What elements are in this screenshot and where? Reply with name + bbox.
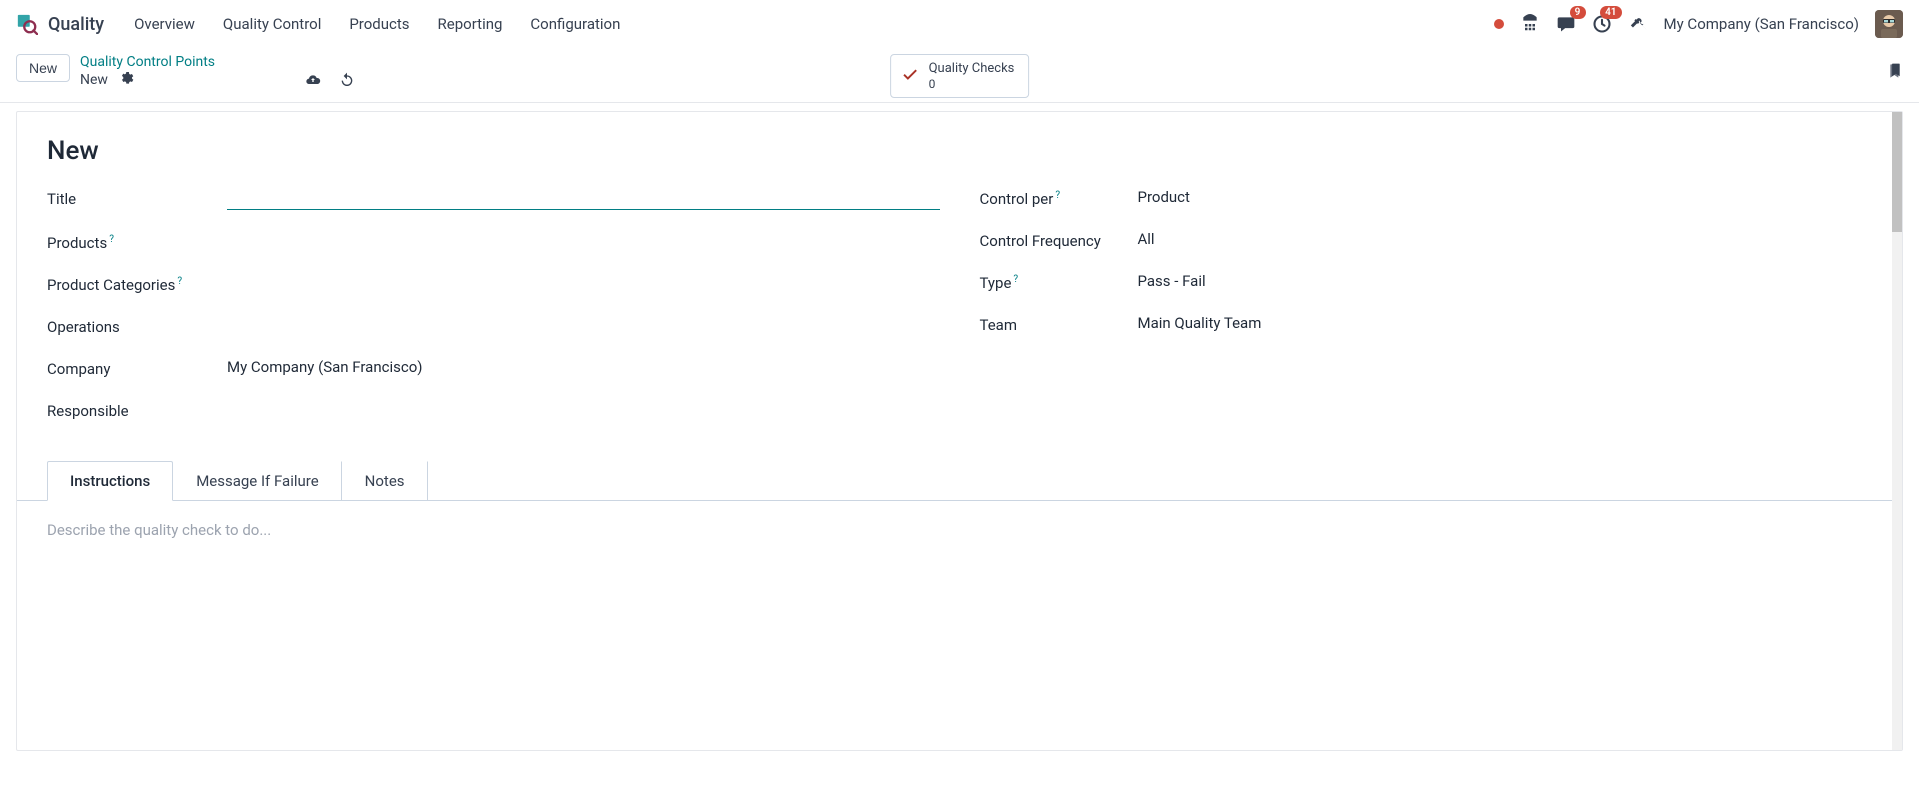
label-company: Company	[47, 358, 227, 378]
activities-icon[interactable]: 41	[1592, 14, 1612, 34]
activities-badge: 41	[1600, 6, 1621, 19]
breadcrumb: Quality Control Points New	[80, 54, 215, 90]
form-grid: Title Products? Product Categories? Oper…	[47, 188, 1872, 442]
label-product-categories: Product Categories?	[47, 274, 227, 294]
new-button[interactable]: New	[16, 54, 70, 82]
presence-indicator-icon	[1494, 19, 1504, 29]
navbar: Quality Overview Quality Control Product…	[0, 0, 1919, 48]
help-icon[interactable]: ?	[1013, 274, 1018, 285]
row-title: Title	[47, 188, 940, 210]
messages-icon[interactable]: 9	[1556, 14, 1576, 34]
row-control-frequency: Control Frequency All	[980, 230, 1873, 250]
nav-reporting[interactable]: Reporting	[426, 9, 515, 39]
tab-bar: Instructions Message If Failure Notes	[17, 460, 1902, 501]
control-bar: New Quality Control Points New Quality C…	[0, 48, 1919, 103]
tab-pane-instructions: Describe the quality check to do...	[47, 501, 1872, 559]
nav-left: Quality Overview Quality Control Product…	[16, 9, 632, 39]
label-type: Type?	[980, 272, 1138, 292]
check-icon	[901, 65, 919, 87]
nav-quality-control[interactable]: Quality Control	[211, 9, 333, 39]
form-sheet: New Title Products? Product Categories? …	[16, 111, 1903, 751]
stat-label: Quality Checks	[929, 61, 1015, 77]
page-title: New	[47, 136, 1872, 166]
row-team: Team Main Quality Team	[980, 314, 1873, 334]
messages-badge: 9	[1570, 6, 1586, 19]
scrollbar-thumb[interactable]	[1892, 112, 1902, 232]
form-right-col: Control per? Product Control Frequency A…	[980, 188, 1873, 442]
save-status	[305, 72, 355, 92]
title-input[interactable]	[227, 188, 940, 210]
help-icon[interactable]: ?	[109, 234, 114, 245]
nav-configuration[interactable]: Configuration	[518, 9, 632, 39]
team-field[interactable]: Main Quality Team	[1138, 314, 1873, 332]
label-title: Title	[47, 188, 227, 208]
app-name[interactable]: Quality	[48, 14, 104, 35]
row-control-per: Control per? Product	[980, 188, 1873, 208]
label-control-frequency: Control Frequency	[980, 230, 1138, 250]
label-control-per: Control per?	[980, 188, 1138, 208]
cloud-upload-icon[interactable]	[305, 72, 321, 92]
row-company: Company My Company (San Francisco)	[47, 358, 940, 378]
label-products: Products?	[47, 232, 227, 252]
row-products: Products?	[47, 232, 940, 252]
bookmark-icon[interactable]	[1887, 61, 1903, 85]
breadcrumb-current: New	[80, 72, 108, 88]
tab-message-if-failure[interactable]: Message If Failure	[173, 461, 341, 501]
instructions-editor[interactable]: Describe the quality check to do...	[47, 521, 1872, 539]
quality-checks-stat[interactable]: Quality Checks 0	[890, 54, 1030, 98]
sheet-wrap: New Title Products? Product Categories? …	[0, 103, 1919, 759]
row-operations: Operations	[47, 316, 940, 336]
label-team: Team	[980, 314, 1138, 334]
label-operations: Operations	[47, 316, 227, 336]
sheet-scrollbar[interactable]	[1892, 112, 1902, 750]
stat-count: 0	[929, 77, 1015, 91]
app-icon[interactable]	[16, 13, 38, 35]
control-per-field[interactable]: Product	[1138, 188, 1873, 206]
user-avatar[interactable]	[1875, 10, 1903, 38]
apps-icon[interactable]	[1520, 14, 1540, 34]
row-responsible: Responsible	[47, 400, 940, 420]
nav-right: 9 41 My Company (San Francisco)	[1494, 10, 1903, 38]
tab-notes[interactable]: Notes	[342, 461, 428, 501]
nav-products[interactable]: Products	[337, 9, 421, 39]
discard-icon[interactable]	[339, 72, 355, 92]
label-responsible: Responsible	[47, 400, 227, 420]
form-left-col: Title Products? Product Categories? Oper…	[47, 188, 940, 442]
row-product-categories: Product Categories?	[47, 274, 940, 294]
row-type: Type? Pass - Fail	[980, 272, 1873, 292]
control-frequency-field[interactable]: All	[1138, 230, 1873, 248]
help-icon[interactable]: ?	[177, 276, 182, 287]
company-field[interactable]: My Company (San Francisco)	[227, 358, 940, 376]
company-selector[interactable]: My Company (San Francisco)	[1664, 15, 1859, 33]
tools-icon[interactable]	[1628, 14, 1648, 34]
nav-overview[interactable]: Overview	[122, 9, 207, 39]
help-icon[interactable]: ?	[1055, 190, 1060, 201]
type-field[interactable]: Pass - Fail	[1138, 272, 1873, 290]
stat-text: Quality Checks 0	[929, 61, 1015, 91]
gear-icon[interactable]	[118, 70, 134, 90]
tab-instructions[interactable]: Instructions	[47, 461, 173, 501]
breadcrumb-parent-link[interactable]: Quality Control Points	[80, 54, 215, 70]
